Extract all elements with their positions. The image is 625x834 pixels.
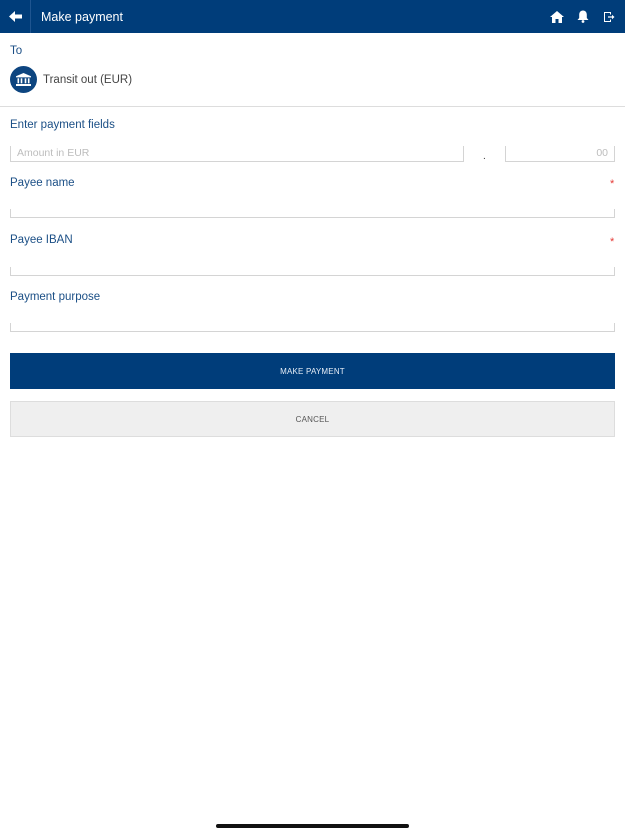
amount-input[interactable] (17, 146, 463, 160)
recipient[interactable]: Transit out (EUR) (10, 66, 132, 93)
home-icon (550, 10, 564, 23)
cents-field[interactable] (505, 146, 615, 162)
payment-purpose-field[interactable] (10, 323, 615, 337)
recipient-name: Transit out (EUR) (43, 73, 133, 86)
logout-button[interactable] (596, 0, 622, 33)
bank-icon (10, 66, 37, 93)
payee-iban-label: Payee IBAN (10, 234, 73, 246)
payment-purpose-label: Payment purpose (10, 291, 101, 303)
bell-icon (577, 10, 589, 23)
payee-name-label: Payee name (10, 177, 75, 189)
cents-input[interactable] (506, 146, 608, 160)
amount-field[interactable] (10, 146, 464, 162)
payee-name-required-marker: * (610, 178, 615, 190)
make-payment-button[interactable]: MAKE PAYMENT (10, 353, 615, 389)
back-arrow-icon (8, 11, 22, 22)
payment-fields-label: Enter payment fields (10, 119, 115, 131)
payee-name-input[interactable] (11, 209, 614, 223)
logout-icon (604, 11, 615, 22)
payment-purpose-input[interactable] (11, 323, 614, 337)
cancel-button[interactable]: CANCEL (10, 401, 615, 437)
home-indicator (216, 824, 409, 828)
divider (0, 106, 625, 107)
header-actions (544, 0, 625, 33)
payee-name-field[interactable] (10, 209, 615, 223)
payee-iban-field[interactable] (10, 267, 615, 281)
page-title: Make payment (41, 9, 123, 24)
app-header: Make payment (0, 0, 625, 33)
notifications-button[interactable] (570, 0, 596, 33)
decimal-separator: . (483, 151, 486, 162)
payee-iban-input[interactable] (11, 267, 614, 281)
home-button[interactable] (544, 0, 570, 33)
payee-iban-required-marker: * (610, 236, 615, 248)
back-button[interactable] (0, 0, 31, 33)
to-label: To (10, 45, 23, 57)
